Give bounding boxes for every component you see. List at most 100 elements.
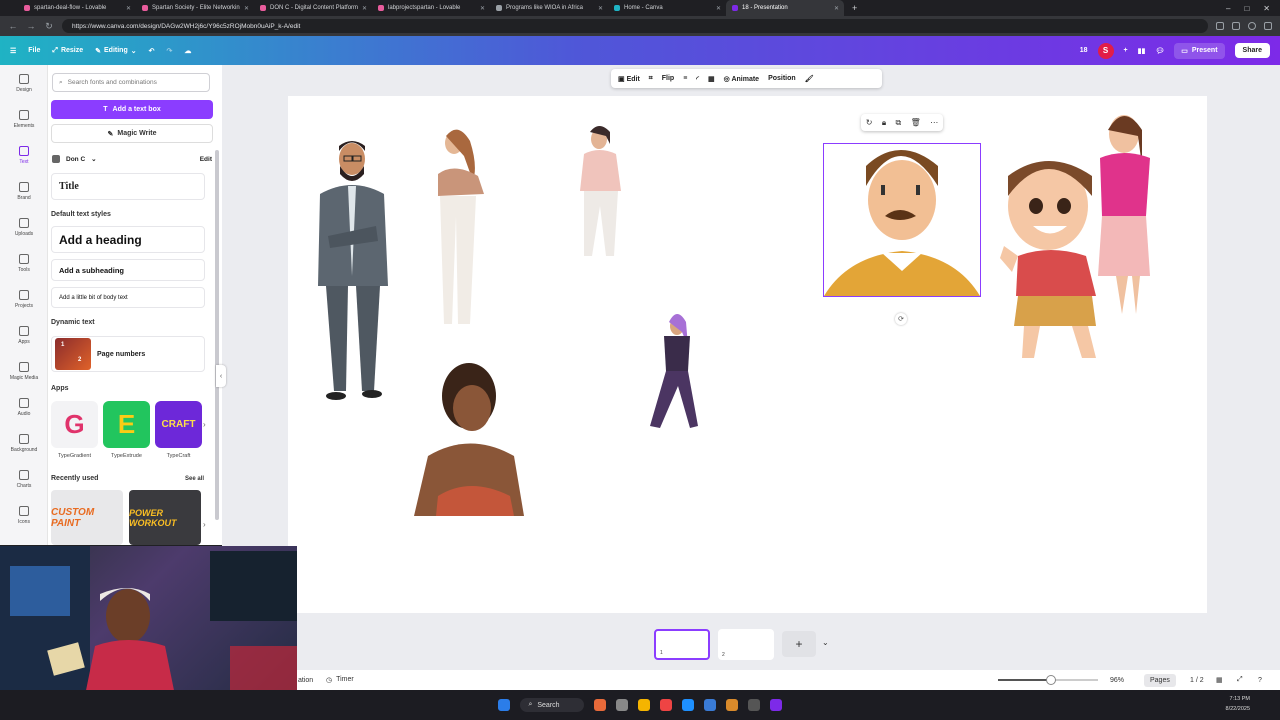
analytics-icon[interactable]: ▮▮ (1138, 47, 1146, 55)
collapse-panel-button[interactable]: ‹ (216, 365, 226, 387)
start-icon[interactable] (498, 699, 511, 711)
chrome-icon[interactable] (659, 699, 672, 711)
cloud-save-icon[interactable]: ☁ (184, 47, 191, 55)
more-icon[interactable]: ⋯ (930, 118, 938, 127)
url-field[interactable]: https://www.canva.com/design/DAGw2WH2j6c… (62, 19, 1208, 33)
page-thumbnail-2[interactable]: 2 (718, 629, 774, 660)
panel-scrollbar[interactable] (215, 150, 219, 520)
grid-view-icon[interactable]: ▦ (1216, 676, 1223, 684)
browser-tab[interactable]: labprojectspartan - Lovable ✕ (372, 0, 490, 16)
browser-tab[interactable]: Home - Canva ✕ (608, 0, 726, 16)
woman-purple-hair-illustration[interactable] (650, 314, 698, 428)
task-view-icon[interactable] (615, 699, 628, 711)
pages-button[interactable]: Pages (1144, 673, 1176, 687)
close-tab-icon[interactable]: ✕ (362, 5, 367, 12)
share-button[interactable]: Share (1234, 43, 1270, 58)
present-button[interactable]: ▭ Present (1174, 42, 1225, 59)
reload-icon[interactable]: ↻ (44, 21, 54, 32)
brand-kit-selector[interactable]: Don C ⌄ Edit (52, 153, 212, 165)
editing-mode-button[interactable]: ✎ Editing ⌄ (95, 47, 136, 55)
copy-style-icon[interactable]: 🖌︎ (805, 75, 814, 83)
app-icon[interactable] (725, 699, 738, 711)
position-button[interactable]: Position (768, 75, 796, 82)
rail-item-background[interactable]: Background (0, 425, 48, 461)
lock-icon[interactable]: 🔒︎ (882, 118, 886, 128)
back-icon[interactable]: ← (8, 21, 18, 31)
maximize-icon[interactable]: □ (1244, 4, 1249, 13)
see-all-link[interactable]: See all (185, 476, 204, 482)
terminal-icon[interactable] (747, 699, 760, 711)
fullscreen-icon[interactable]: ⤢ (1237, 676, 1243, 684)
recent-template-custom-paint[interactable]: CUSTOM PAINT (51, 490, 123, 545)
rail-item-elements[interactable]: Elements (0, 101, 48, 137)
refresh-icon[interactable]: ↻ (866, 118, 873, 127)
selection-box[interactable] (823, 143, 981, 297)
minimize-icon[interactable]: – (1226, 4, 1230, 13)
close-tab-icon[interactable]: ✕ (244, 5, 249, 12)
rail-item-charts[interactable]: Charts (0, 461, 48, 497)
slide-canvas[interactable] (288, 96, 1207, 613)
app-card-typegradient[interactable]: G (51, 401, 98, 448)
delete-icon[interactable]: 🗑︎ (911, 118, 921, 127)
close-tab-icon[interactable]: ✕ (716, 5, 721, 12)
rail-item-brand[interactable]: Brand (0, 173, 48, 209)
zoom-slider-knob[interactable] (1046, 675, 1056, 685)
taskbar-search[interactable]: ⌕ Search (520, 698, 584, 712)
border-style-icon[interactable]: ≡ (683, 75, 687, 82)
chevron-right-icon[interactable]: › (203, 420, 206, 429)
add-heading-button[interactable]: Add a heading (51, 226, 205, 253)
rotate-handle[interactable]: ⟳ (895, 313, 907, 325)
file-explorer-icon[interactable] (637, 699, 650, 711)
profile-icon[interactable] (1248, 22, 1256, 30)
rail-item-uploads[interactable]: Uploads (0, 209, 48, 245)
store-icon[interactable] (703, 699, 716, 711)
chevron-down-icon[interactable]: ⌄ (822, 638, 829, 647)
page-numbers-button[interactable]: 12 Page numbers (51, 336, 205, 372)
add-collaborator-icon[interactable]: + (1124, 47, 1128, 54)
close-tab-icon[interactable]: ✕ (480, 5, 485, 12)
rail-item-projects[interactable]: Projects (0, 281, 48, 317)
edge-icon[interactable] (681, 699, 694, 711)
bookmark-icon[interactable] (1232, 22, 1240, 30)
extension-icon[interactable] (1216, 22, 1224, 30)
close-tab-icon[interactable]: ✕ (126, 5, 131, 12)
close-window-icon[interactable]: ✕ (1263, 4, 1270, 13)
help-icon[interactable]: ? (1258, 677, 1262, 684)
canva-app-icon[interactable] (769, 699, 782, 711)
avatar[interactable]: S (1097, 42, 1114, 59)
menu-icon[interactable] (1264, 22, 1272, 30)
timer-button[interactable]: ◷ Timer (326, 676, 354, 684)
rail-item-design[interactable]: Design (0, 65, 48, 101)
comments-icon[interactable]: 💬︎ (1155, 47, 1164, 55)
main-menu-icon[interactable]: ☰ (10, 47, 16, 55)
add-page-button[interactable]: + (782, 631, 816, 657)
rail-item-audio[interactable]: Audio (0, 389, 48, 425)
rail-item-icons[interactable]: Icons (0, 497, 48, 533)
add-body-text-button[interactable]: Add a little bit of body text (51, 287, 205, 308)
corner-rounding-icon[interactable]: ◜ (696, 75, 699, 83)
add-subheading-button[interactable]: Add a subheading (51, 259, 205, 281)
font-search-input[interactable]: ⌕ Search fonts and combinations (52, 73, 210, 92)
animate-button[interactable]: ◎ Animate (724, 75, 759, 83)
zoom-slider[interactable] (998, 675, 1098, 685)
woman-braids-illustration[interactable] (414, 363, 524, 516)
app-card-typeextrude[interactable]: E (103, 401, 150, 448)
magic-write-button[interactable]: ✎ Magic Write (51, 124, 213, 143)
redo-icon[interactable]: ↷ (166, 47, 172, 55)
boy-and-woman-illustration[interactable] (1000, 115, 1150, 358)
notes-label[interactable]: ation (298, 677, 313, 684)
rail-item-apps[interactable]: Apps (0, 317, 48, 353)
add-text-box-button[interactable]: T Add a text box (51, 100, 213, 119)
recent-template-power-workout[interactable]: POWER WORKOUT (129, 490, 201, 545)
brand-edit-link[interactable]: Edit (200, 156, 212, 163)
rail-item-text[interactable]: Text (0, 137, 48, 173)
chevron-right-icon[interactable]: › (203, 520, 206, 529)
forward-icon[interactable]: → (26, 21, 36, 31)
browser-tab[interactable]: 18 - Presentation ✕ (726, 0, 844, 16)
crop-icon[interactable]: ⌗ (649, 75, 653, 83)
app-card-typecraft[interactable]: CRAFT (155, 401, 202, 448)
browser-tab[interactable]: DON C - Digital Content Platform ✕ (254, 0, 372, 16)
edit-image-button[interactable]: ▣ Edit (618, 75, 640, 83)
woman-pale-outfit-illustration[interactable] (438, 129, 484, 324)
copilot-icon[interactable] (593, 699, 606, 711)
